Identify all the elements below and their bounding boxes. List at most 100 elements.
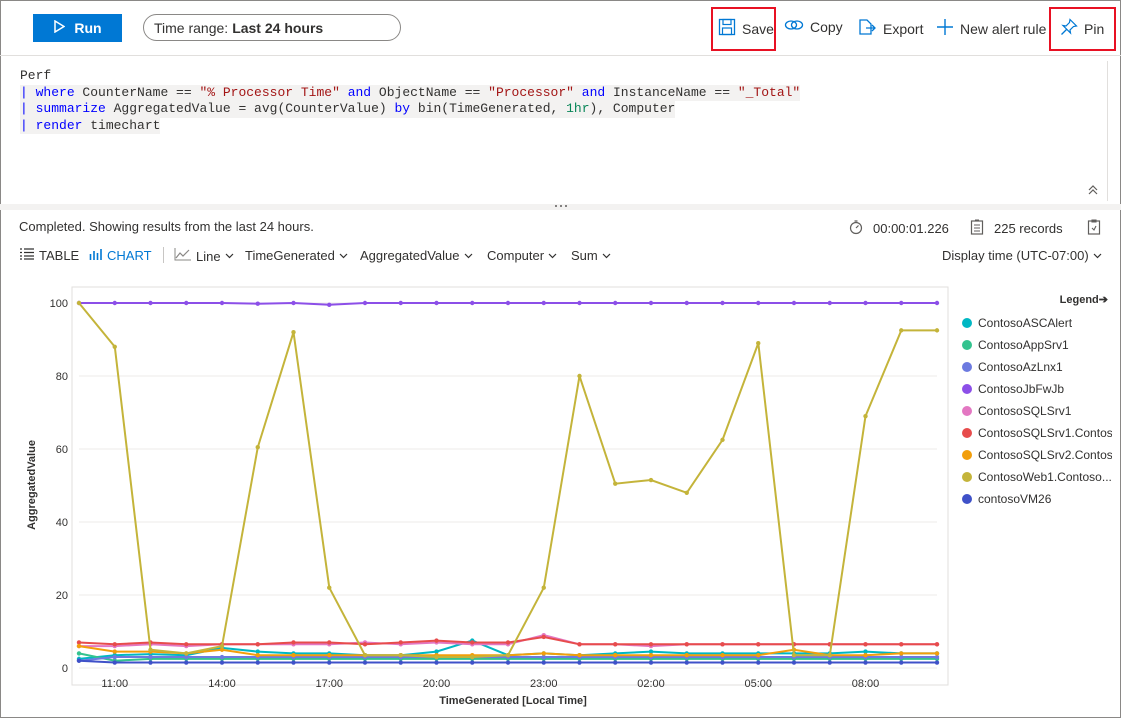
data-point bbox=[76, 300, 82, 306]
data-point bbox=[362, 642, 368, 647]
data-point bbox=[756, 642, 761, 647]
data-point bbox=[613, 660, 618, 665]
data-point bbox=[756, 300, 761, 306]
data-point bbox=[398, 640, 403, 645]
data-point bbox=[791, 660, 797, 665]
data-point bbox=[505, 300, 511, 306]
data-point bbox=[112, 300, 117, 306]
timechart[interactable]: 0 20 40 60 80 100 11:00 14:00 17:00 20:00 23:00 02:… bbox=[0, 0, 1121, 718]
x-tick-label: 14:00 bbox=[208, 678, 236, 690]
legend-label: ContosoWeb1.Contoso... bbox=[978, 470, 1112, 484]
data-point bbox=[184, 642, 189, 647]
data-point bbox=[434, 638, 439, 643]
data-point bbox=[291, 640, 296, 645]
data-point bbox=[934, 642, 940, 647]
data-point bbox=[291, 653, 296, 658]
data-point bbox=[291, 660, 296, 665]
data-point bbox=[470, 640, 475, 645]
legend-items: ContosoASCAlert ContosoAppSrv1 ContosoAzLn… bbox=[962, 312, 1112, 510]
y-tick-label: 60 bbox=[56, 444, 68, 456]
data-point bbox=[756, 653, 761, 658]
data-point bbox=[756, 660, 761, 665]
data-point bbox=[184, 651, 189, 656]
legend-swatch bbox=[962, 318, 972, 328]
data-point bbox=[863, 653, 868, 658]
data-point bbox=[827, 300, 832, 306]
data-point bbox=[76, 651, 82, 656]
y-tick-label: 100 bbox=[50, 298, 68, 310]
data-point bbox=[541, 585, 546, 590]
data-point bbox=[219, 654, 225, 660]
series-line bbox=[78, 302, 937, 658]
data-point bbox=[720, 642, 725, 647]
legend-swatch bbox=[962, 472, 972, 482]
legend-swatch bbox=[962, 384, 972, 394]
y-tick-label: 80 bbox=[56, 371, 68, 383]
x-tick-label: 05:00 bbox=[744, 678, 772, 690]
x-tick-label: 20:00 bbox=[423, 678, 451, 690]
data-point bbox=[577, 373, 582, 379]
data-point bbox=[255, 444, 260, 450]
data-point bbox=[148, 300, 153, 306]
data-point bbox=[398, 653, 403, 658]
x-tick-label: 02:00 bbox=[637, 678, 665, 690]
legend-item[interactable]: ContosoAppSrv1 bbox=[962, 334, 1112, 356]
legend-item[interactable]: ContosoAzLnx1 bbox=[962, 356, 1112, 378]
data-point bbox=[791, 653, 797, 658]
x-tick-label: 23:00 bbox=[530, 678, 558, 690]
legend-item[interactable]: ContosoSQLSrv1 bbox=[962, 400, 1112, 422]
legend-label: ContosoAppSrv1 bbox=[978, 338, 1069, 352]
legend-label: ContosoAzLnx1 bbox=[978, 360, 1063, 374]
legend-label: ContosoSQLSrv1.Contoso... bbox=[978, 426, 1112, 440]
legend-item[interactable]: ContosoASCAlert bbox=[962, 312, 1112, 334]
data-point bbox=[613, 642, 618, 647]
data-point bbox=[255, 301, 260, 306]
data-point bbox=[434, 660, 439, 665]
data-point bbox=[434, 300, 439, 306]
data-point bbox=[362, 660, 368, 665]
data-point bbox=[684, 653, 689, 658]
data-point bbox=[255, 660, 260, 665]
data-point bbox=[720, 437, 725, 443]
data-point bbox=[684, 490, 689, 495]
data-point bbox=[613, 653, 618, 658]
y-axis-title: AggregatedValue bbox=[26, 440, 38, 530]
legend-label: contosoVM26 bbox=[978, 492, 1052, 506]
data-point bbox=[720, 653, 725, 658]
data-point bbox=[720, 300, 725, 306]
data-point bbox=[684, 300, 689, 306]
legend-item[interactable]: ContosoJbFwJb bbox=[962, 378, 1112, 400]
legend-title[interactable]: Legend➔ bbox=[962, 293, 1112, 306]
data-point bbox=[648, 300, 654, 306]
data-point bbox=[577, 653, 582, 658]
x-axis-title: TimeGenerated [Local Time] bbox=[439, 695, 587, 707]
data-point bbox=[934, 300, 940, 306]
data-point bbox=[899, 651, 904, 656]
legend-item[interactable]: ContosoWeb1.Contoso... bbox=[962, 466, 1112, 488]
data-point bbox=[541, 651, 546, 656]
data-point bbox=[291, 330, 296, 335]
legend-item[interactable]: contosoVM26 bbox=[962, 488, 1112, 510]
data-point bbox=[577, 300, 582, 306]
data-point bbox=[219, 660, 225, 665]
data-point bbox=[505, 640, 511, 645]
data-point bbox=[76, 643, 82, 649]
data-point bbox=[648, 642, 654, 647]
data-point bbox=[184, 300, 189, 306]
data-point bbox=[541, 660, 546, 665]
data-point bbox=[76, 658, 82, 663]
data-point bbox=[148, 660, 153, 665]
data-point bbox=[720, 660, 725, 665]
data-point bbox=[648, 653, 654, 658]
data-point bbox=[148, 647, 153, 652]
data-point bbox=[362, 653, 368, 658]
data-point bbox=[327, 640, 332, 645]
data-point bbox=[327, 585, 332, 590]
y-tick-label: 0 bbox=[62, 663, 68, 675]
data-point bbox=[505, 660, 511, 665]
data-point bbox=[255, 642, 260, 647]
data-point bbox=[470, 300, 475, 306]
legend-item[interactable]: ContosoSQLSrv2.Contoso... bbox=[962, 444, 1112, 466]
data-point bbox=[398, 300, 403, 306]
legend-item[interactable]: ContosoSQLSrv1.Contoso... bbox=[962, 422, 1112, 444]
